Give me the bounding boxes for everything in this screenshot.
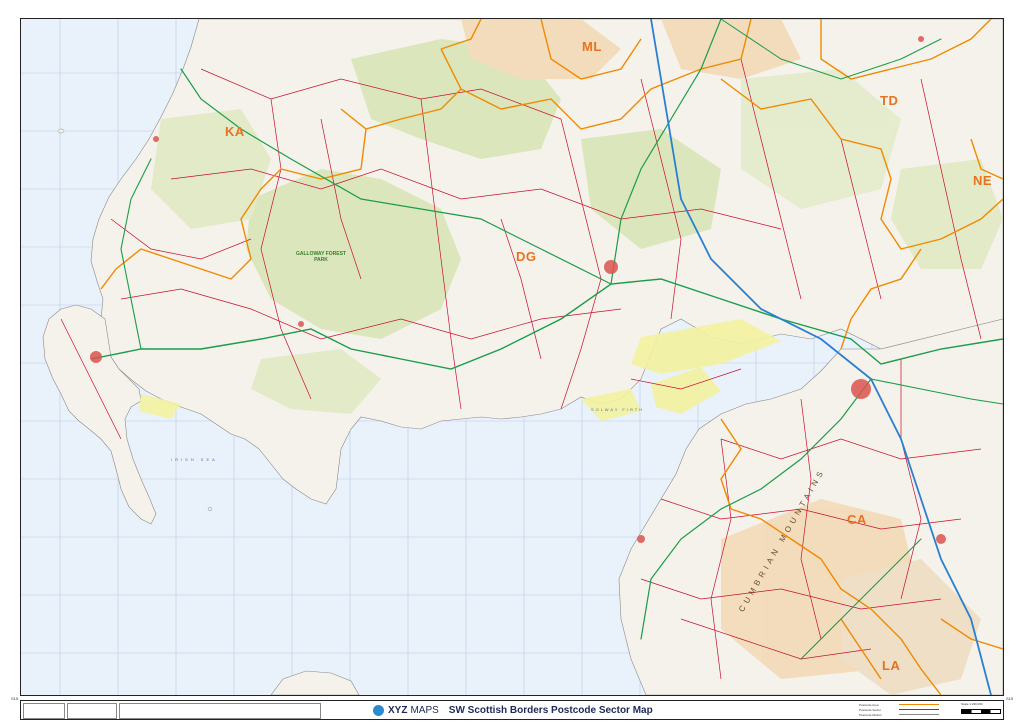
brand-maps: MAPS: [410, 704, 439, 716]
legend-sector-swatch: [899, 709, 939, 710]
publisher-info-box: [23, 703, 65, 719]
scale-label: Scale 1:230,000: [961, 702, 983, 706]
area-label-ka: KA: [225, 124, 245, 139]
legend-district-label: Postcode District: [859, 712, 882, 717]
map-canvas[interactable]: ML TD KA NE DG CA LA GALLOWAY FOREST PAR…: [20, 18, 1004, 696]
area-label-td: TD: [880, 93, 899, 108]
corner-ref-right: S15: [1006, 696, 1014, 701]
legend-area-label: Postcode Area: [859, 702, 879, 707]
legend: Postcode Area Postcode Sector Postcode D…: [859, 702, 959, 718]
area-label-la: LA: [882, 658, 901, 673]
area-label-ml: ML: [582, 39, 602, 54]
disclaimer-box: [119, 703, 321, 719]
xyz-logo-icon: [373, 704, 384, 716]
scale-bar: Scale 1:230,000: [961, 702, 1001, 718]
legend-district-swatch: [899, 714, 939, 715]
galloway-forest-park-label: GALLOWAY FOREST PARK: [295, 251, 346, 263]
brand-title: XYZ MAPS SW Scottish Borders Postcode Se…: [373, 702, 653, 718]
map-graphics: [21, 19, 1003, 695]
corner-ref-left: S15: [11, 696, 19, 701]
legend-area-swatch: [899, 703, 939, 706]
legend-sector-label: Postcode Sector: [859, 707, 882, 712]
area-label-dg: DG: [516, 249, 537, 264]
irish-sea-label: IRISH SEA: [171, 457, 218, 462]
title-strip: XYZ MAPS SW Scottish Borders Postcode Se…: [20, 700, 1004, 720]
copyright-box: [67, 703, 117, 719]
solway-firth-label: SOLWAY FIRTH: [591, 407, 645, 412]
scale-bar-graphic: [961, 709, 1001, 714]
map-frame: ML TD KA NE DG CA LA GALLOWAY FOREST PAR…: [0, 0, 1024, 724]
map-title: SW Scottish Borders Postcode Sector Map: [448, 704, 653, 716]
land-isle-of-man: [270, 670, 360, 695]
area-label-ne: NE: [973, 173, 993, 188]
area-label-ca: CA: [847, 512, 867, 527]
brand-xyz: XYZ: [388, 704, 408, 716]
